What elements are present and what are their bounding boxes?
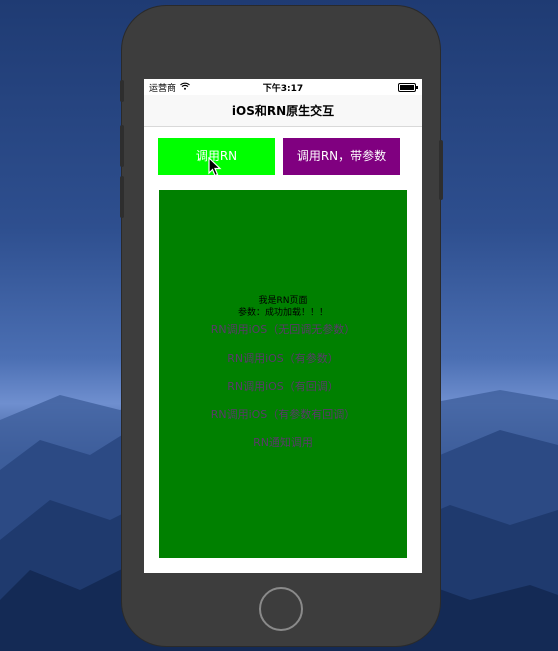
home-button[interactable] xyxy=(259,587,303,631)
status-bar: 运营商 下午3:17 xyxy=(144,79,422,95)
rn-call-ios-no-callback-no-param[interactable]: RN调用iOS（无回调无参数） xyxy=(159,321,407,337)
rn-notification-call[interactable]: RN通知调用 xyxy=(159,434,407,450)
call-rn-with-param-button[interactable]: 调用RN，带参数 xyxy=(283,138,400,175)
page-title: iOS和RN原生交互 xyxy=(231,104,335,118)
mouse-pointer-icon xyxy=(208,157,222,177)
volume-down-button xyxy=(120,176,124,218)
status-time: 下午3:17 xyxy=(262,84,304,94)
volume-up-button xyxy=(120,125,124,167)
phone-screen: 运营商 下午3:17 iOS和RN原生交互 调用RN 调用RN，带参数 我是RN… xyxy=(144,79,422,573)
rn-call-ios-with-callback[interactable]: RN调用iOS（有回调） xyxy=(159,378,407,394)
mute-switch xyxy=(120,80,124,102)
rn-call-ios-with-param-and-callback[interactable]: RN调用iOS（有参数有回调） xyxy=(159,406,407,422)
power-button xyxy=(439,140,443,200)
battery-icon xyxy=(398,83,418,92)
rn-call-ios-with-param[interactable]: RN调用iOS（有参数） xyxy=(159,350,407,366)
rn-param-text: 参数：成功加载！！！ xyxy=(237,308,328,318)
rn-view: 我是RN页面 参数：成功加载！！！ RN调用iOS（无回调无参数） RN调用iO… xyxy=(159,190,407,558)
navigation-bar: iOS和RN原生交互 xyxy=(144,95,422,127)
